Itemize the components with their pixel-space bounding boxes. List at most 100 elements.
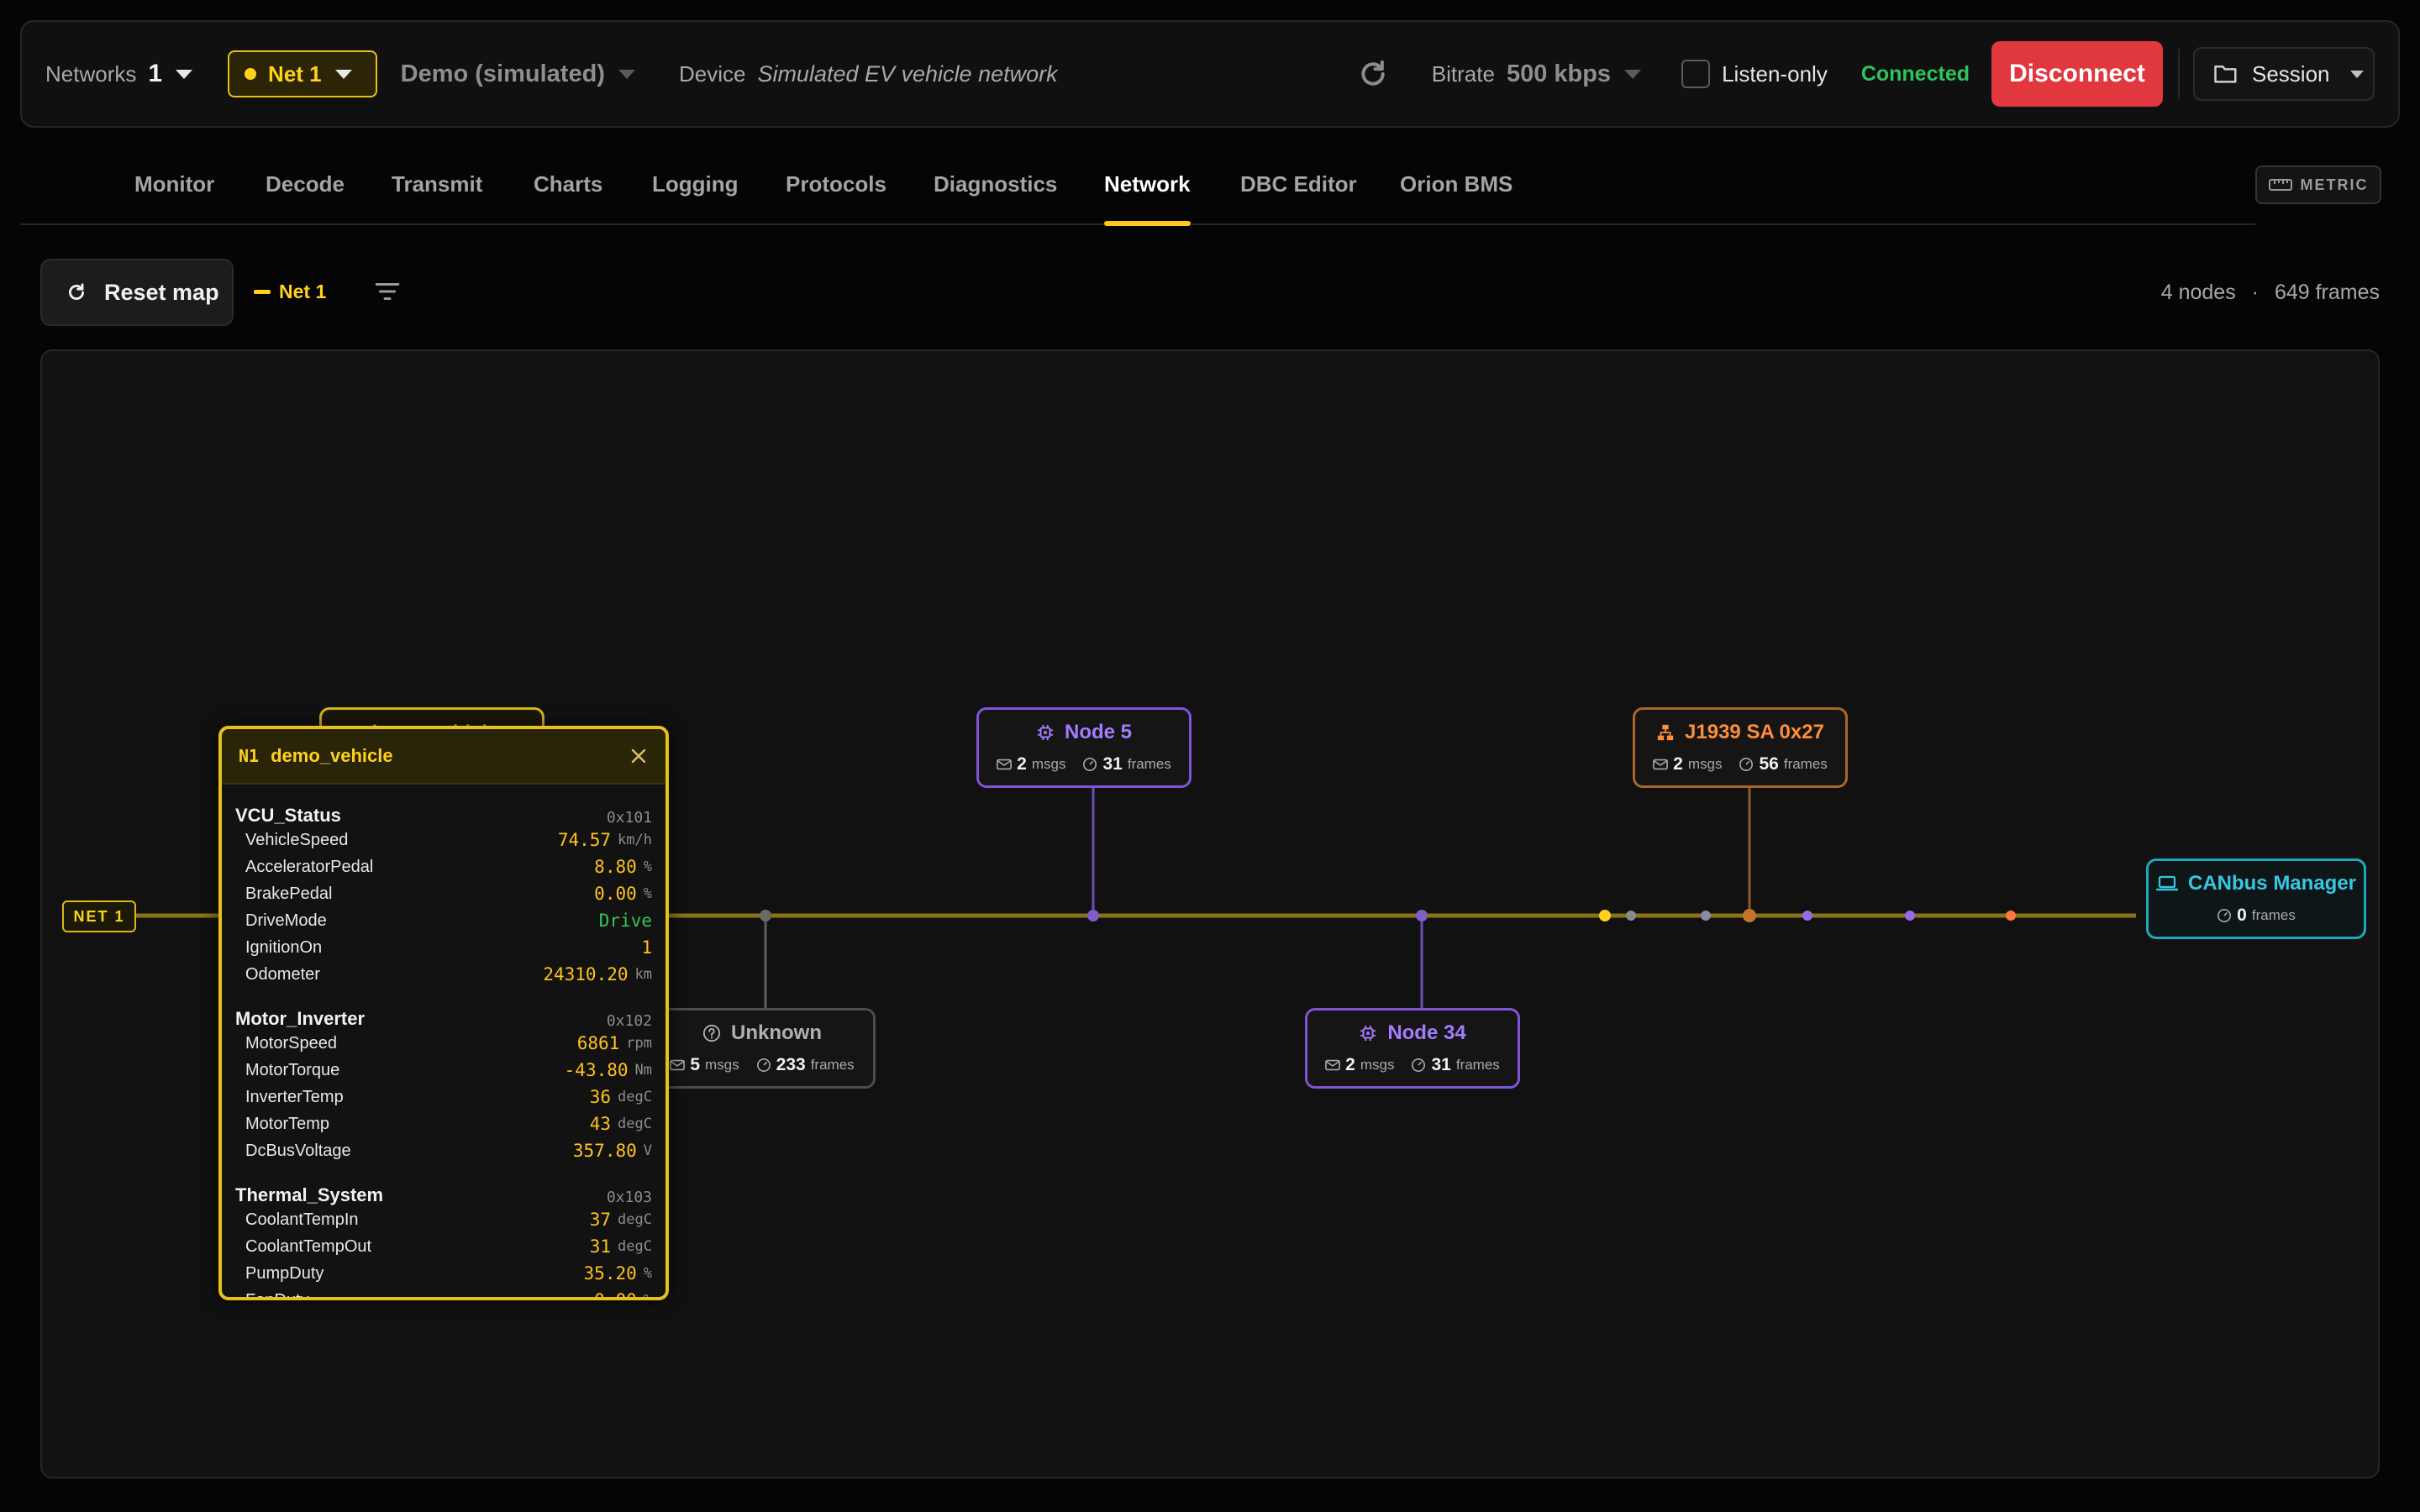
frames-count: 233 bbox=[776, 1055, 806, 1074]
signal-unit: degC bbox=[618, 1238, 652, 1255]
refresh-icon[interactable] bbox=[1356, 57, 1390, 91]
mail-icon bbox=[670, 1059, 686, 1071]
node-title: CANbus Manager bbox=[2187, 872, 2357, 895]
junction-dot bbox=[1743, 909, 1756, 922]
frames-count: 56 bbox=[1759, 754, 1779, 774]
node-details-popup: N1 demo_vehicle VCU_Status 0x101 VehicleSp… bbox=[218, 726, 669, 1300]
signal-value: 357.80 bbox=[572, 1141, 637, 1161]
junction-dot bbox=[1905, 911, 1915, 921]
net-select[interactable]: Net 1 bbox=[228, 50, 377, 97]
gauge-icon bbox=[1739, 757, 1754, 772]
msgs-unit: msgs bbox=[1687, 756, 1723, 772]
signal-name: InverterTemp bbox=[245, 1087, 344, 1106]
signal-row[interactable]: IgnitionOn 1 bbox=[235, 934, 652, 961]
signal-value: 74.57 bbox=[557, 830, 612, 850]
device-label: Device bbox=[678, 60, 746, 87]
node-canbus-manager[interactable]: CANbus Manager 0 frames bbox=[2146, 858, 2366, 939]
network-legend[interactable]: Net 1 bbox=[254, 281, 326, 303]
bitrate-label: Bitrate bbox=[1431, 60, 1495, 87]
session-button[interactable]: Session bbox=[2193, 47, 2375, 101]
reset-map-button[interactable]: Reset map bbox=[40, 259, 234, 326]
node-unknown[interactable]: Unknown 5 msgs 233 frames bbox=[649, 1008, 876, 1089]
nodes-count: 4 nodes bbox=[2160, 281, 2236, 304]
signal-name: VehicleSpeed bbox=[245, 830, 349, 849]
signal-row[interactable]: DriveMode Drive bbox=[235, 907, 652, 934]
tab-protocols[interactable]: Protocols bbox=[786, 171, 886, 225]
chevron-down-icon[interactable] bbox=[618, 69, 635, 79]
signal-value: 43 bbox=[589, 1114, 612, 1134]
signal-row[interactable]: BrakePedal 0.00% bbox=[235, 880, 652, 907]
network-map[interactable]: NET 1 Node 5 2 msgs 31 frames J1939 SA 0… bbox=[40, 349, 2380, 1478]
networks-select[interactable]: 1 bbox=[148, 60, 162, 88]
signal-row[interactable]: VehicleSpeed 74.57 km/h bbox=[235, 827, 652, 853]
ruler-icon bbox=[2268, 179, 2292, 191]
frames-unit: frames bbox=[2251, 907, 2296, 923]
listen-only-checkbox[interactable] bbox=[1681, 60, 1711, 88]
adapter-select[interactable]: Demo (simulated) bbox=[401, 60, 605, 88]
tab-transmit[interactable]: Transmit bbox=[392, 171, 482, 225]
signal-unit: V bbox=[643, 1142, 652, 1159]
gauge-icon bbox=[756, 1058, 771, 1073]
tab-network[interactable]: Network bbox=[1104, 171, 1191, 226]
signal-name: CoolantTempOut bbox=[245, 1236, 372, 1256]
folder-icon bbox=[2214, 66, 2237, 83]
node-5[interactable]: Node 5 2 msgs 31 frames bbox=[976, 707, 1192, 788]
signal-row[interactable]: Odometer 24310.20 km bbox=[235, 961, 652, 988]
tab-monitor[interactable]: Monitor bbox=[134, 171, 214, 225]
listen-only-label[interactable]: Listen-only bbox=[1722, 61, 1828, 87]
message-header[interactable]: Motor_Inverter 0x102 bbox=[235, 1001, 652, 1030]
junction-dot bbox=[1701, 911, 1711, 921]
signal-row[interactable]: AcceleratorPedal 8.80% bbox=[235, 853, 652, 880]
tab-decode[interactable]: Decode bbox=[266, 171, 345, 225]
message-header[interactable]: VCU_Status 0x101 bbox=[235, 798, 652, 827]
close-icon[interactable] bbox=[629, 746, 649, 766]
network-tag[interactable]: NET 1 bbox=[62, 900, 136, 932]
signal-unit: % bbox=[643, 1292, 652, 1300]
signal-row[interactable]: MotorTorque -43.80 Nm bbox=[235, 1057, 652, 1084]
chevron-down-icon[interactable] bbox=[1624, 69, 1642, 79]
unit-system-button[interactable]: METRIC bbox=[2255, 165, 2381, 204]
node-34[interactable]: Node 34 2 msgs 31 frames bbox=[1305, 1008, 1520, 1089]
message-id: 0x102 bbox=[606, 1012, 652, 1030]
signal-row[interactable]: MotorTemp 43 degC bbox=[235, 1110, 652, 1137]
signal-row[interactable]: FanDuty 0.00% bbox=[235, 1287, 652, 1300]
tab-dbc-editor[interactable]: DBC Editor bbox=[1240, 171, 1357, 225]
tab-charts[interactable]: Charts bbox=[534, 171, 602, 225]
signal-value: 8.80 bbox=[594, 857, 637, 877]
msgs-count: 2 bbox=[1017, 754, 1027, 774]
signal-value: Drive bbox=[598, 911, 652, 931]
chevron-down-icon[interactable] bbox=[176, 69, 193, 79]
reset-icon bbox=[69, 283, 84, 300]
junction-dot bbox=[1416, 910, 1428, 921]
signal-row[interactable]: InverterTemp 36 degC bbox=[235, 1084, 652, 1110]
node-title: Unknown bbox=[731, 1021, 822, 1044]
net-select-label: Net 1 bbox=[268, 60, 322, 87]
node-j1939[interactable]: J1939 SA 0x27 2 msgs 56 frames bbox=[1633, 707, 1848, 788]
signal-unit: rpm bbox=[626, 1035, 652, 1052]
mail-icon bbox=[1653, 759, 1669, 770]
signal-row[interactable]: DcBusVoltage 357.80 V bbox=[235, 1137, 652, 1164]
msgs-unit: msgs bbox=[1360, 1057, 1395, 1073]
signal-row[interactable]: PumpDuty 35.20% bbox=[235, 1260, 652, 1287]
tab-logging[interactable]: Logging bbox=[652, 171, 739, 225]
signal-row[interactable]: CoolantTempOut 31 degC bbox=[235, 1233, 652, 1260]
filter-icon[interactable] bbox=[373, 277, 402, 306]
disconnect-button[interactable]: Disconnect bbox=[1991, 41, 2163, 107]
signal-row[interactable]: MotorSpeed 6861 rpm bbox=[235, 1030, 652, 1057]
tab-diagnostics[interactable]: Diagnostics bbox=[934, 171, 1057, 225]
frames-unit: frames bbox=[1783, 756, 1828, 772]
tab-orion-bms[interactable]: Orion BMS bbox=[1400, 171, 1512, 225]
bitrate-select[interactable]: 500 kbps bbox=[1507, 60, 1611, 88]
reset-map-label: Reset map bbox=[104, 279, 219, 305]
signal-row[interactable]: CoolantTempIn 37 degC bbox=[235, 1206, 652, 1233]
signal-name: MotorTorque bbox=[245, 1060, 340, 1079]
signal-name: MotorSpeed bbox=[245, 1033, 337, 1053]
signal-unit: % bbox=[643, 885, 652, 902]
signal-value: 6861 bbox=[576, 1033, 620, 1053]
msgs-count: 2 bbox=[1673, 754, 1683, 774]
divider bbox=[2178, 49, 2180, 99]
frames-count: 649 frames bbox=[2274, 281, 2380, 304]
mail-icon bbox=[1325, 1059, 1341, 1071]
message-header[interactable]: Thermal_System 0x103 bbox=[235, 1178, 652, 1206]
hierarchy-icon bbox=[1657, 724, 1674, 741]
